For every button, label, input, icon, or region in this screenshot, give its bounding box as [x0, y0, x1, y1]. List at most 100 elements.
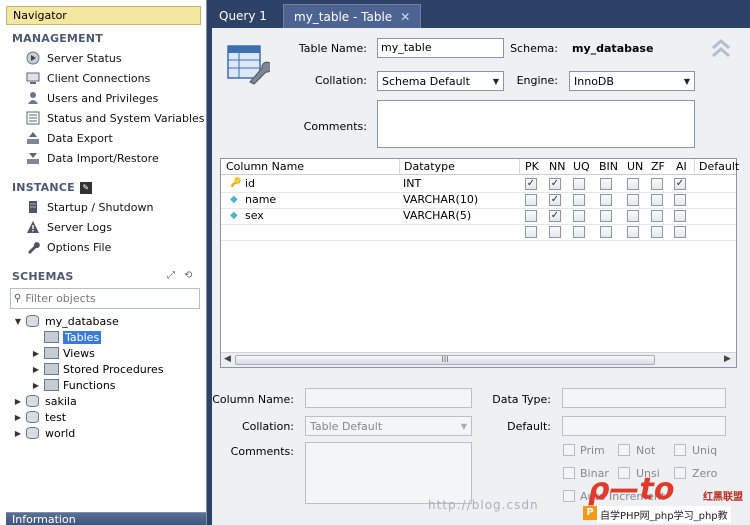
- default-input[interactable]: [562, 416, 726, 436]
- tree-views[interactable]: ▶ Views: [31, 345, 95, 361]
- column-comments-textarea[interactable]: [305, 442, 472, 504]
- header-nn[interactable]: NN: [549, 160, 565, 173]
- information-header[interactable]: Information: [6, 512, 206, 525]
- cell-column-name[interactable]: id: [245, 177, 255, 190]
- flag-zf-checkbox[interactable]: [651, 226, 663, 238]
- flag-un-checkbox[interactable]: [627, 210, 639, 222]
- nav-options-file[interactable]: Options File: [25, 238, 111, 256]
- option-zero-checkbox[interactable]: [674, 467, 686, 479]
- expand-arrow-icon[interactable]: ▶: [31, 381, 41, 390]
- flag-un-checkbox[interactable]: [627, 226, 639, 238]
- flag-pk-checkbox[interactable]: [525, 226, 537, 238]
- flag-ai-checkbox[interactable]: [674, 210, 686, 222]
- flag-un-checkbox[interactable]: [627, 194, 639, 206]
- flag-uq-checkbox[interactable]: [573, 210, 585, 222]
- flag-pk-checkbox[interactable]: [525, 194, 537, 206]
- flag-pk-checkbox[interactable]: [525, 210, 537, 222]
- nav-server-status[interactable]: Server Status: [25, 49, 122, 67]
- flag-bin-checkbox[interactable]: [600, 226, 612, 238]
- header-bin[interactable]: BIN: [599, 160, 618, 173]
- tree-functions[interactable]: ▶ Functions: [31, 377, 116, 393]
- expand-arrow-icon[interactable]: ▶: [31, 365, 41, 374]
- flag-nn-checkbox[interactable]: ✓: [549, 178, 561, 190]
- nav-users-privileges[interactable]: Users and Privileges: [25, 89, 158, 107]
- cell-column-name[interactable]: name: [245, 193, 276, 206]
- nav-status-variables[interactable]: Status and System Variables: [25, 109, 205, 127]
- nav-startup-shutdown[interactable]: Startup / Shutdown: [25, 198, 153, 216]
- scroll-left-icon[interactable]: ◀: [224, 354, 231, 364]
- flag-pk-checkbox[interactable]: ✓: [525, 178, 537, 190]
- table-row[interactable]: 🔑 id INT ✓ ✓ ✓: [221, 176, 736, 192]
- table-comments-textarea[interactable]: [377, 100, 695, 148]
- tree-db-test[interactable]: ▶ test: [13, 409, 66, 425]
- close-icon[interactable]: ✕: [400, 10, 410, 24]
- flag-zf-checkbox[interactable]: [651, 210, 663, 222]
- column-collation-select[interactable]: Table Default ▼: [305, 416, 472, 436]
- header-default[interactable]: Default: [699, 160, 739, 173]
- flag-un-checkbox[interactable]: [627, 178, 639, 190]
- header-datatype[interactable]: Datatype: [404, 160, 455, 173]
- expand-arrow-icon[interactable]: ▶: [13, 429, 23, 438]
- collation-select[interactable]: Schema Default ▼: [377, 71, 504, 91]
- header-zf[interactable]: ZF: [651, 160, 665, 173]
- tab-my-table[interactable]: my_table - Table ✕: [283, 4, 422, 28]
- nav-data-import[interactable]: Data Import/Restore: [25, 149, 159, 167]
- expand-arrow-icon[interactable]: ▶: [13, 397, 23, 406]
- table-row[interactable]: ◆ name VARCHAR(10) ✓: [221, 192, 736, 208]
- table-row[interactable]: ◆ sex VARCHAR(5) ✓: [221, 208, 736, 224]
- cell-datatype[interactable]: VARCHAR(5): [403, 209, 471, 222]
- header-ai[interactable]: AI: [676, 160, 687, 173]
- flag-bin-checkbox[interactable]: [600, 194, 612, 206]
- expand-arrow-icon[interactable]: ▶: [31, 349, 41, 358]
- engine-select[interactable]: InnoDB ▼: [569, 71, 695, 91]
- cell-column-name[interactable]: sex: [245, 209, 264, 222]
- flag-uq-checkbox[interactable]: [573, 178, 585, 190]
- header-un[interactable]: UN: [627, 160, 643, 173]
- tree-tables[interactable]: Tables: [31, 329, 102, 345]
- flag-zf-checkbox[interactable]: [651, 178, 663, 190]
- option-binary-checkbox[interactable]: [563, 467, 575, 479]
- tree-db-world[interactable]: ▶ world: [13, 425, 75, 441]
- scroll-right-icon[interactable]: ▶: [724, 354, 731, 364]
- cell-datatype[interactable]: VARCHAR(10): [403, 193, 478, 206]
- option-prim-checkbox[interactable]: [563, 444, 575, 456]
- header-uq[interactable]: UQ: [573, 160, 590, 173]
- flag-nn-checkbox[interactable]: ✓: [549, 194, 561, 206]
- collapse-arrow-icon[interactable]: ▼: [13, 317, 23, 326]
- header-pk[interactable]: PK: [525, 160, 539, 173]
- option-auto-increment-checkbox[interactable]: [563, 490, 575, 502]
- flag-ai-checkbox[interactable]: [674, 194, 686, 206]
- cell-datatype[interactable]: INT: [403, 177, 421, 190]
- flag-bin-checkbox[interactable]: [600, 210, 612, 222]
- flag-nn-checkbox[interactable]: [549, 226, 561, 238]
- nav-client-connections[interactable]: Client Connections: [25, 69, 150, 87]
- flag-uq-checkbox[interactable]: [573, 226, 585, 238]
- data-type-input[interactable]: [562, 388, 726, 408]
- option-uniq-checkbox[interactable]: [674, 444, 686, 456]
- refresh-icon[interactable]: ⟲: [184, 270, 192, 281]
- column-name-input[interactable]: [305, 388, 472, 408]
- table-row[interactable]: [221, 224, 736, 240]
- nav-server-logs[interactable]: Server Logs: [25, 218, 112, 236]
- tree-db-sakila[interactable]: ▶ sakila: [13, 393, 77, 409]
- flag-zf-checkbox[interactable]: [651, 194, 663, 206]
- filter-input[interactable]: [25, 292, 191, 305]
- flag-bin-checkbox[interactable]: [600, 178, 612, 190]
- tree-db-my-database[interactable]: ▼ my_database: [13, 313, 119, 329]
- horizontal-scrollbar[interactable]: ◀ III ▶: [221, 352, 736, 367]
- flag-ai-checkbox[interactable]: [674, 226, 686, 238]
- option-not-checkbox[interactable]: [618, 444, 630, 456]
- filter-box[interactable]: ⚲: [10, 288, 200, 309]
- table-name-input[interactable]: my_table: [377, 38, 504, 58]
- collapse-up-icon[interactable]: [710, 38, 732, 60]
- header-column-name[interactable]: Column Name: [226, 160, 304, 173]
- flag-uq-checkbox[interactable]: [573, 194, 585, 206]
- tab-query-1[interactable]: Query 1: [209, 4, 277, 28]
- flag-ai-checkbox[interactable]: ✓: [674, 178, 686, 190]
- nav-data-export[interactable]: Data Export: [25, 129, 113, 147]
- flag-nn-checkbox[interactable]: ✓: [549, 210, 561, 222]
- expand-arrow-icon[interactable]: ▶: [13, 413, 23, 422]
- tree-stored-procedures[interactable]: ▶ Stored Procedures: [31, 361, 164, 377]
- scrollbar-thumb[interactable]: III: [235, 355, 655, 365]
- expand-icon[interactable]: ⤢: [167, 270, 175, 281]
